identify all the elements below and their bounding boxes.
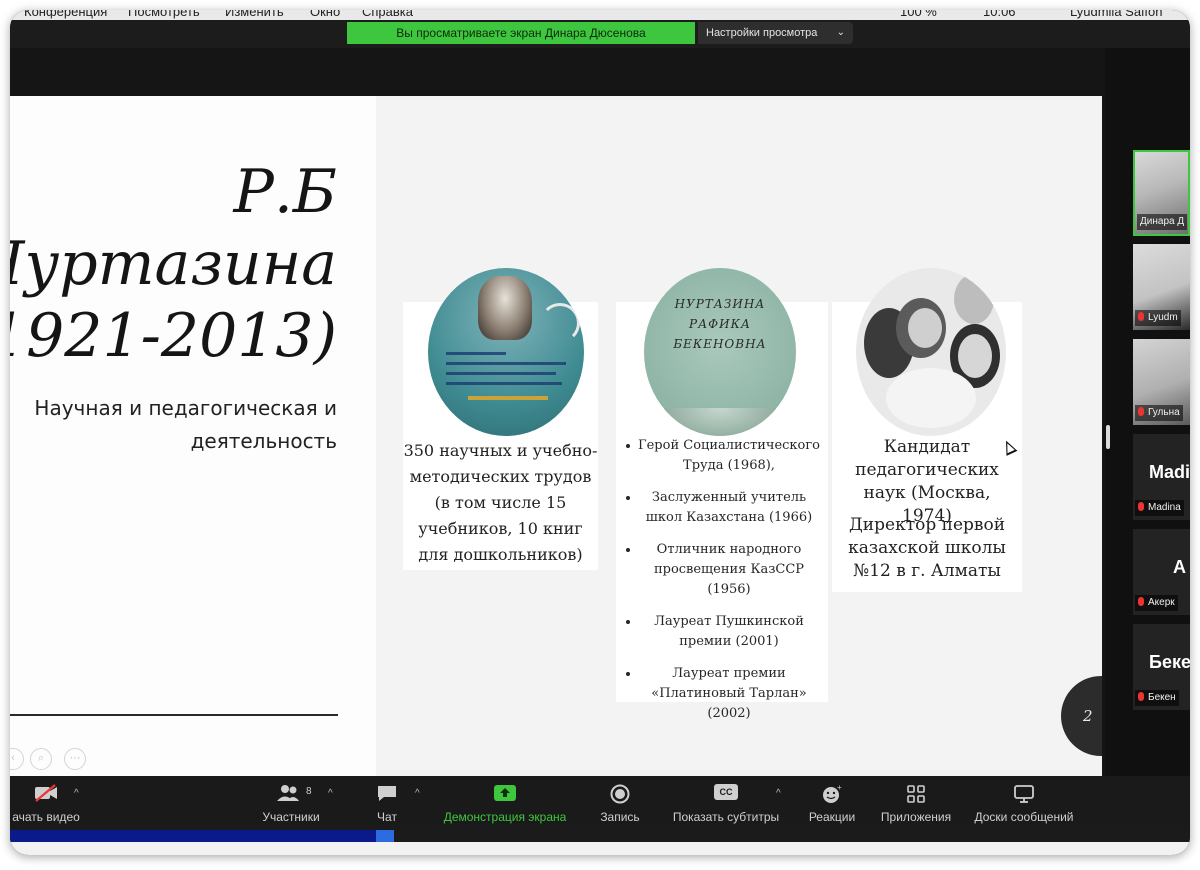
- mic-muted-icon: [1138, 597, 1144, 606]
- slide-divider: [10, 714, 338, 716]
- menu-edit[interactable]: Изменить: [225, 10, 284, 19]
- portrait-poster-image: [428, 268, 584, 436]
- participant-display-name: А: [1173, 557, 1186, 577]
- captions-options-caret[interactable]: ^: [776, 788, 781, 799]
- reactions-label: Реакции: [808, 810, 856, 824]
- portrait-figure: [478, 276, 532, 340]
- participant-tile[interactable]: Lyudm: [1133, 244, 1190, 330]
- share-screen-button[interactable]: Демонстрация экрана: [435, 776, 575, 830]
- menu-window[interactable]: Окно: [310, 10, 340, 19]
- participant-name: Madina: [1135, 500, 1184, 516]
- menu-view[interactable]: Посмотреть: [128, 10, 200, 19]
- participant-tile[interactable]: Беке Бекен: [1133, 624, 1190, 710]
- participants-icon: [277, 785, 299, 801]
- whiteboard-icon: [1014, 785, 1034, 803]
- whiteboards-label: Доски сообщений: [974, 810, 1074, 824]
- apps-button[interactable]: Приложения: [876, 776, 956, 830]
- participants-options-caret[interactable]: ^: [328, 788, 333, 799]
- card-publications-text: 350 научных и учебно-методических трудов…: [403, 441, 598, 564]
- more-icon[interactable]: ⋯: [64, 748, 86, 770]
- mic-muted-icon: [1138, 502, 1144, 511]
- participant-tile[interactable]: Динара Д: [1133, 150, 1190, 236]
- menu-conference[interactable]: Конференция: [24, 10, 107, 19]
- mic-muted-icon: [1138, 312, 1144, 321]
- apps-label: Приложения: [880, 810, 952, 824]
- participant-tile[interactable]: Madi Madina: [1133, 434, 1190, 520]
- viewing-banner: Вы просматриваете экран Динара Дюсенова …: [10, 20, 1190, 48]
- award-item: Отличник народного просвещения КазССР (1…: [624, 540, 820, 600]
- window-bottom-edge: [10, 842, 1190, 855]
- captions-label: Показать субтитры: [672, 810, 780, 824]
- zoom-window: Конференция Посмотреть Изменить Окно Спр…: [10, 10, 1190, 855]
- reactions-icon: +: [823, 784, 842, 803]
- panel-resize-handle[interactable]: [1106, 425, 1110, 449]
- chat-label: Чат: [377, 810, 397, 824]
- menubar-user[interactable]: Lyudmila Saffon: [1070, 10, 1163, 19]
- zoom-icon[interactable]: ⌕: [30, 748, 52, 770]
- group-photo-image: [856, 268, 1006, 436]
- mic-muted-icon: [1138, 407, 1144, 416]
- start-video-label: ачать видео: [12, 810, 80, 824]
- share-screen-icon: [494, 785, 516, 801]
- award-item: Лауреат Пушкинской премии (2001): [624, 612, 820, 652]
- view-options-label: Настройки просмотра: [706, 27, 818, 39]
- whiteboards-button[interactable]: Доски сообщений: [968, 776, 1080, 830]
- back-icon[interactable]: ‹: [10, 748, 24, 770]
- chat-options-caret[interactable]: ^: [415, 788, 420, 799]
- slide-subtitle: Научная и педагогическая и деятельность: [34, 396, 337, 453]
- progress-fill: [10, 830, 376, 842]
- chat-button[interactable]: Чат: [362, 776, 412, 830]
- participant-name: Гульна: [1135, 405, 1183, 421]
- participant-name: Акерк: [1135, 595, 1178, 611]
- menubar-clock: 10:06: [983, 10, 1016, 19]
- svg-text:+: +: [837, 784, 842, 792]
- battery-percent: 100 %: [900, 10, 937, 19]
- participant-name: Lyudm: [1135, 310, 1181, 326]
- participant-name: Бекен: [1135, 690, 1179, 706]
- mic-muted-icon: [1138, 692, 1144, 701]
- award-item: Герой Социалистического Труда (1968),: [624, 436, 820, 476]
- awards-list: Герой Социалистического Труда (1968), За…: [624, 436, 820, 736]
- participants-count: 8: [306, 786, 312, 797]
- award-item: Лауреат премии «Платиновый Тарлан» (2002…: [624, 664, 820, 724]
- video-off-icon: [35, 784, 57, 802]
- slide-title: Р.Б Нуртазина (1921-2013): [10, 156, 337, 372]
- view-options-button[interactable]: Настройки просмотра ⌄: [698, 22, 853, 44]
- record-label: Запись: [600, 810, 640, 824]
- shared-screen: Р.Б Нуртазина (1921-2013) Научная и педа…: [10, 48, 1105, 776]
- progress-handle[interactable]: [376, 830, 394, 842]
- mac-menubar: Конференция Посмотреть Изменить Окно Спр…: [10, 10, 1190, 20]
- start-video-button[interactable]: ачать видео: [10, 776, 86, 830]
- participants-panel: Динара Д Lyudm Гульна Madi Madina А Акер…: [1105, 48, 1190, 776]
- video-options-caret[interactable]: ^: [74, 788, 79, 799]
- presentation-slide: Р.Б Нуртазина (1921-2013) Научная и педа…: [10, 96, 1102, 776]
- participants-label: Участники: [262, 810, 320, 824]
- menu-help[interactable]: Справка: [362, 10, 413, 19]
- participant-display-name: Madi: [1149, 462, 1190, 482]
- title-line-2: Нуртазина: [10, 229, 337, 299]
- record-icon: [610, 784, 630, 804]
- participant-display-name: Беке: [1149, 652, 1190, 672]
- participants-button[interactable]: 8 Участники: [246, 776, 336, 830]
- chevron-down-icon: ⌄: [836, 27, 845, 38]
- award-item: Заслуженный учитель школ Казахстана (196…: [624, 488, 820, 528]
- book-cover-title: НУРТАЗИНА РАФИКА БЕКЕНОВНА: [673, 297, 767, 351]
- apps-icon: [907, 785, 925, 803]
- video-progress-bar[interactable]: [10, 830, 1190, 842]
- career-director-text: Директор первой казахской школы №12 в г.…: [848, 515, 1006, 581]
- participant-name: Динара Д: [1137, 214, 1188, 230]
- book-cover-image: НУРТАЗИНА РАФИКА БЕКЕНОВНА: [644, 268, 796, 436]
- meeting-toolbar: ачать видео ^ 8 Участники ^ Чат ^ Демонс…: [10, 776, 1190, 830]
- captions-button[interactable]: CC Показать субтитры: [666, 776, 786, 830]
- title-line-3: (1921-2013): [10, 301, 337, 371]
- chat-icon: [378, 786, 396, 801]
- share-screen-label: Демонстрация экрана: [443, 810, 567, 824]
- participant-tile[interactable]: А Акерк: [1133, 529, 1190, 615]
- captions-icon: CC: [714, 784, 738, 800]
- title-line-1: Р.Б: [233, 157, 337, 227]
- record-button[interactable]: Запись: [592, 776, 648, 830]
- reactions-button[interactable]: + Реакции: [802, 776, 862, 830]
- participant-tile[interactable]: Гульна: [1133, 339, 1190, 425]
- viewing-screen-notice: Вы просматриваете экран Динара Дюсенова: [347, 22, 695, 44]
